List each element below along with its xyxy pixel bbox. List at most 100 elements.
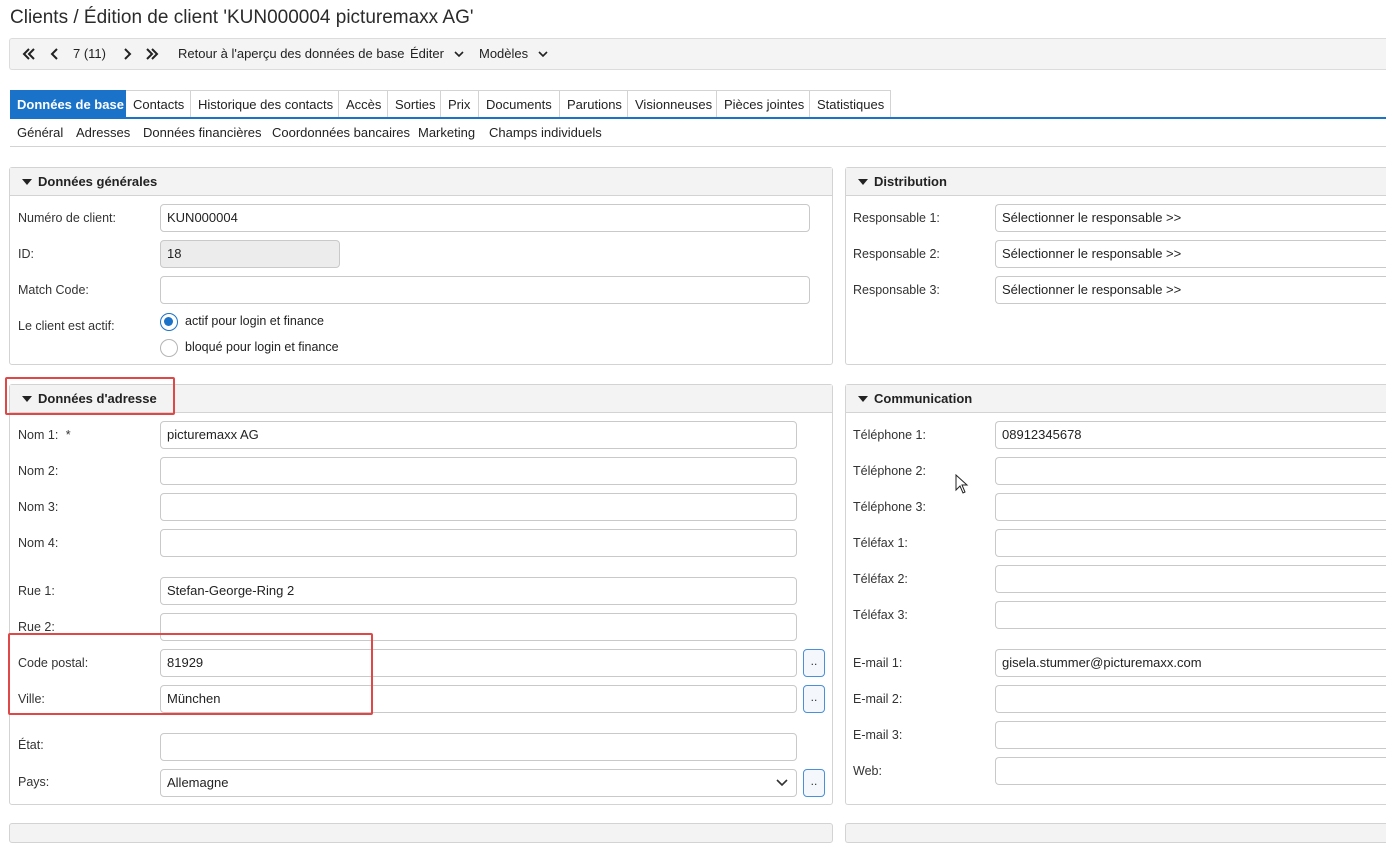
tab-parutions[interactable]: Parutions (560, 90, 628, 117)
nom-1-label: Nom 1: * (18, 428, 71, 442)
edit-menu[interactable]: Éditer (410, 39, 464, 69)
telefax-1-field[interactable] (995, 529, 1386, 557)
telephone-1-label: Téléphone 1: (853, 428, 926, 442)
id-label: ID: (18, 247, 34, 261)
next-panel-left (9, 823, 833, 843)
rue-2-field[interactable] (160, 613, 797, 641)
country-select[interactable]: Allemagne (160, 769, 797, 797)
postal-code-label: Code postal: (18, 656, 89, 670)
required-asterisk: * (65, 428, 71, 442)
address-header[interactable]: Données d'adresse (10, 385, 832, 413)
tab-acces[interactable]: Accès (339, 90, 388, 117)
nom-4-field[interactable] (160, 529, 797, 557)
telephone-3-field[interactable] (995, 493, 1386, 521)
record-position: 7 (11) (73, 46, 106, 61)
tab-sorties[interactable]: Sorties (388, 90, 441, 117)
responsable-2-field[interactable]: Sélectionner le responsable >> (995, 240, 1386, 268)
radio-active[interactable] (160, 313, 178, 331)
tab-pieces-jointes[interactable]: Pièces jointes (717, 90, 810, 117)
subtab-adresses[interactable]: Adresses (76, 125, 130, 140)
subtab-donnees-financieres[interactable]: Données financières (143, 125, 262, 140)
nom-1-field[interactable]: picturemaxx AG (160, 421, 797, 449)
postal-code-lookup-button[interactable]: .. (803, 649, 825, 677)
distribution-header[interactable]: Distribution (846, 168, 1386, 196)
communication-header[interactable]: Communication (846, 385, 1386, 413)
templates-menu-label: Modèles (479, 46, 529, 61)
chevron-left-icon (50, 48, 58, 60)
telefax-3-label: Téléfax 3: (853, 608, 908, 622)
mouse-cursor-icon (955, 474, 969, 494)
telefax-2-label: Téléfax 2: (853, 572, 908, 586)
match-code-label: Match Code: (18, 283, 89, 297)
chevron-down-icon (776, 779, 788, 787)
general-data-header[interactable]: Données générales (10, 168, 832, 196)
id-field: 18 (160, 240, 340, 268)
next-record-button[interactable] (122, 39, 132, 69)
sub-tabs: Général Adresses Données financières Coo… (10, 119, 1386, 147)
chevron-down-icon (538, 51, 548, 58)
web-field[interactable] (995, 757, 1386, 785)
city-field[interactable]: München (160, 685, 797, 713)
city-lookup-button[interactable]: .. (803, 685, 825, 713)
email-2-field[interactable] (995, 685, 1386, 713)
tab-statistiques[interactable]: Statistiques (810, 90, 891, 117)
city-label: Ville: (18, 692, 45, 706)
tab-donnees-de-base[interactable]: Données de base (10, 90, 126, 117)
email-3-label: E-mail 3: (853, 728, 903, 742)
rue-1-label: Rue 1: (18, 584, 55, 598)
email-3-field[interactable] (995, 721, 1386, 749)
telefax-3-field[interactable] (995, 601, 1386, 629)
chevron-right-icon (124, 48, 132, 60)
double-chevron-left-icon (22, 48, 35, 60)
telefax-2-field[interactable] (995, 565, 1386, 593)
nom-1-label-text: Nom 1: (18, 428, 59, 442)
client-number-field[interactable]: KUN000004 (160, 204, 810, 232)
back-to-overview-link[interactable]: Retour à l'aperçu des données de base (178, 39, 405, 69)
page-title: Clients / Édition de client 'KUN000004 p… (10, 7, 474, 28)
tab-historique-contacts[interactable]: Historique des contacts (191, 90, 339, 117)
telephone-2-field[interactable] (995, 457, 1386, 485)
state-field[interactable] (160, 733, 797, 761)
email-2-label: E-mail 2: (853, 692, 903, 706)
subtab-marketing[interactable]: Marketing (418, 125, 475, 140)
nom-2-field[interactable] (160, 457, 797, 485)
radio-blocked-label: bloqué pour login et finance (185, 340, 339, 354)
telephone-2-label: Téléphone 2: (853, 464, 926, 478)
rue-2-label: Rue 2: (18, 620, 55, 634)
tab-visionneuses[interactable]: Visionneuses (628, 90, 717, 117)
collapse-caret-icon (22, 179, 32, 185)
first-record-button[interactable] (22, 39, 36, 69)
general-data-title: Données générales (38, 174, 158, 189)
distribution-panel: Distribution Responsable 1: Sélectionner… (845, 167, 1386, 365)
chevron-down-icon (454, 51, 464, 58)
templates-menu[interactable]: Modèles (479, 39, 548, 69)
communication-panel: Communication Téléphone 1: 08912345678 T… (845, 384, 1386, 805)
tab-prix[interactable]: Prix (441, 90, 479, 117)
responsable-2-label: Responsable 2: (853, 247, 940, 261)
subtab-general[interactable]: Général (17, 125, 63, 140)
subtab-champs-individuels[interactable]: Champs individuels (489, 125, 602, 140)
subtab-coordonnees-bancaires[interactable]: Coordonnées bancaires (272, 125, 410, 140)
responsable-1-field[interactable]: Sélectionner le responsable >> (995, 204, 1386, 232)
rue-1-field[interactable]: Stefan-George-Ring 2 (160, 577, 797, 605)
country-label: Pays: (18, 775, 50, 789)
address-panel: Données d'adresse Nom 1: * picturemaxx A… (9, 384, 833, 805)
radio-active-label: actif pour login et finance (185, 314, 324, 328)
double-chevron-right-icon (146, 48, 159, 60)
last-record-button[interactable] (145, 39, 159, 69)
postal-code-field[interactable]: 81929 (160, 649, 797, 677)
nom-2-label: Nom 2: (18, 464, 59, 478)
country-select-value: Allemagne (167, 775, 229, 790)
radio-blocked[interactable] (160, 339, 178, 357)
match-code-field[interactable] (160, 276, 810, 304)
responsable-3-field[interactable]: Sélectionner le responsable >> (995, 276, 1386, 304)
nom-3-field[interactable] (160, 493, 797, 521)
edit-menu-label: Éditer (410, 46, 444, 61)
country-lookup-button[interactable]: .. (803, 769, 825, 797)
tab-contacts[interactable]: Contacts (126, 90, 191, 117)
telephone-1-field[interactable]: 08912345678 (995, 421, 1386, 449)
previous-record-button[interactable] (50, 39, 60, 69)
main-tabs: Données de base Contacts Historique des … (10, 90, 1386, 119)
tab-documents[interactable]: Documents (479, 90, 560, 117)
email-1-field[interactable]: gisela.stummer@picturemaxx.com (995, 649, 1386, 677)
